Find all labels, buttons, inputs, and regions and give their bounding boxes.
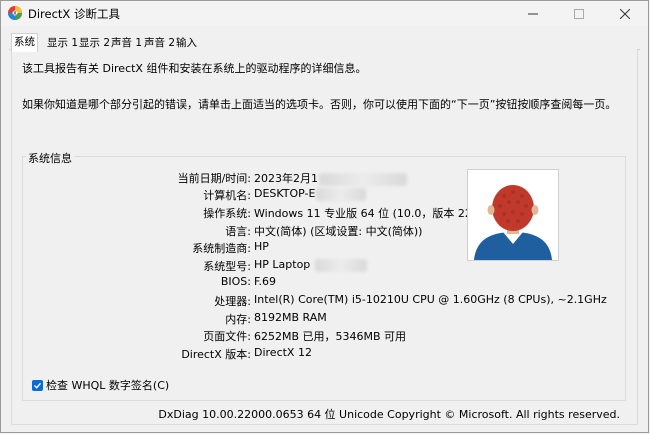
tab-sound-2[interactable]: 声音 2 <box>142 35 177 49</box>
tab-input[interactable]: 输入 <box>174 35 199 49</box>
checkmark-icon <box>34 382 42 389</box>
memory-value: 8192MB RAM <box>254 311 327 324</box>
bios-value: F.69 <box>254 275 277 288</box>
language-value: 中文(简体) (区域设置: 中文(简体)) <box>254 225 423 238</box>
intro-text-1: 该工具报告有关 DirectX 组件和安装在系统上的驱动程序的详细信息。 <box>22 62 367 75</box>
computer-name-value: DESKTOP-E <box>254 187 367 201</box>
info-row-memory: 内存: 8192MB RAM <box>1 311 648 326</box>
tab-display-1[interactable]: 显示 1 <box>45 35 80 49</box>
memory-label: 内存: <box>225 313 251 326</box>
manufacturer-value: HP <box>254 240 269 253</box>
os-value: Windows 11 专业版 64 位 (10.0，版本 22000) <box>254 207 498 220</box>
redacted-blur <box>316 187 367 201</box>
whql-checkbox[interactable] <box>32 379 43 391</box>
redacted-blur <box>319 172 407 186</box>
user-avatar <box>467 169 559 261</box>
model-label: 系统型号: <box>203 260 251 273</box>
info-row-directx-version: DirectX 版本: DirectX 12 <box>1 346 648 361</box>
processor-value: Intel(R) Core(TM) i5-10210U CPU @ 1.60GH… <box>254 293 607 306</box>
whql-check-row[interactable]: 检查 WHQL 数字签名(C) <box>32 377 169 393</box>
datetime-value: 2023年2月1 <box>254 170 407 186</box>
minimize-icon <box>528 13 538 14</box>
window-title: DirectX 诊断工具 <box>28 7 120 21</box>
whql-checkbox-label[interactable]: 检查 WHQL 数字签名(C) <box>46 377 169 393</box>
computer-name-label: 计算机名: <box>203 189 251 202</box>
info-row-bios: BIOS: F.69 <box>1 275 648 290</box>
tab-system[interactable]: 系统 <box>11 33 38 52</box>
processor-label: 处理器: <box>214 295 251 308</box>
user-avatar-icon <box>474 185 552 260</box>
maximize-icon <box>574 8 584 19</box>
tab-display-2[interactable]: 显示 2 <box>77 35 112 49</box>
footer-copyright: DxDiag 10.00.22000.0653 64 位 Unicode Cop… <box>158 408 620 421</box>
info-row-page-file: 页面文件: 6252MB 已用，5346MB 可用 <box>1 328 648 343</box>
close-button[interactable] <box>602 1 648 26</box>
page-file-label: 页面文件: <box>203 330 251 343</box>
language-label: 语言: <box>225 225 251 238</box>
bios-label: BIOS: <box>220 275 251 288</box>
svg-text:X: X <box>13 11 17 17</box>
os-label: 操作系统: <box>203 207 251 220</box>
dxdiag-window: X DirectX 诊断工具 系统 显示 1 显示 2 声音 1 声音 2 输入… <box>0 0 649 433</box>
intro-text-2: 如果你知道是哪个部分引起的错误，请单击上面适当的选项卡。否则，你可以使用下面的“… <box>22 98 617 111</box>
tab-sound-1[interactable]: 声音 1 <box>109 35 144 49</box>
page-file-value: 6252MB 已用，5346MB 可用 <box>254 330 407 343</box>
datetime-label: 当前日期/时间: <box>177 172 251 185</box>
directx-version-value: DirectX 12 <box>254 346 312 359</box>
directx-version-label: DirectX 版本: <box>181 348 251 361</box>
close-icon <box>620 8 630 19</box>
redacted-blur <box>314 258 367 272</box>
model-value: HP Laptop <box>254 258 367 272</box>
directx-app-icon: X <box>8 6 22 20</box>
info-row-processor: 处理器: Intel(R) Core(TM) i5-10210U CPU @ 1… <box>1 293 648 308</box>
manufacturer-label: 系统制造商: <box>192 242 251 255</box>
title-bar[interactable]: X DirectX 诊断工具 <box>1 1 648 26</box>
maximize-button[interactable] <box>556 1 602 26</box>
system-info-title: 系统信息 <box>26 150 74 166</box>
minimize-button[interactable] <box>510 1 556 26</box>
